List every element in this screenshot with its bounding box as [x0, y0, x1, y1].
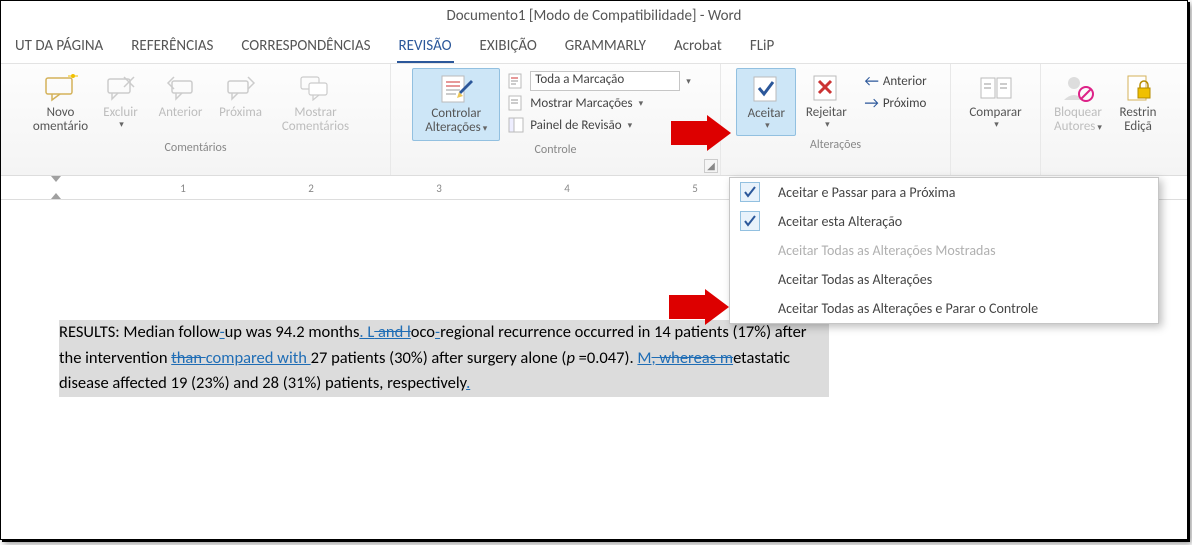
comment-new-icon: [44, 72, 78, 104]
previous-change-button[interactable]: ← Anterior: [860, 70, 930, 92]
reject-button[interactable]: Rejeitar ▾: [796, 68, 856, 134]
prev-change-icon: ←: [864, 72, 878, 91]
show-comments-button[interactable]: Mostrar Comentários: [271, 68, 361, 139]
window-title: Documento1 [Modo de Compatibilidade] - W…: [1, 1, 1187, 29]
tab-mailings[interactable]: CORRESPONDÊNCIAS: [239, 33, 372, 63]
next-comment-button[interactable]: Próxima: [211, 68, 271, 124]
annotation-arrow: [671, 115, 731, 151]
accept-check-icon: [740, 182, 760, 202]
reject-icon: [809, 72, 843, 104]
annotation-arrow: [669, 289, 729, 325]
menu-accept-all-stop[interactable]: Aceitar Todas as Alterações e Parar o Co…: [730, 294, 1158, 323]
tracked-paragraph[interactable]: RESULTS: Median follow-up was 94.2 month…: [59, 320, 829, 397]
display-for-review-select[interactable]: Toda a Marcação▾: [504, 70, 695, 92]
tracked-insert: M: [637, 348, 651, 368]
group-label-changes: Alterações: [723, 136, 948, 154]
ribbon-tabs: UT DA PÁGINA REFERÊNCIAS CORRESPONDÊNCIA…: [1, 29, 1187, 64]
comment-prev-icon: [164, 72, 198, 104]
reviewing-pane-icon: [508, 117, 526, 133]
restrict-editing-icon: [1121, 72, 1155, 104]
menu-accept-and-next[interactable]: Aceitar e Passar para a Próxima: [730, 178, 1158, 207]
menu-accept-all[interactable]: Aceitar Todas as Alterações: [730, 265, 1158, 294]
prev-comment-button[interactable]: Anterior: [151, 68, 211, 124]
track-changes-icon: [439, 73, 473, 105]
comment-next-icon: [224, 72, 258, 104]
next-change-button[interactable]: → Próximo: [860, 92, 930, 114]
tracked-insert: . L: [359, 322, 374, 342]
markup-display-icon: [508, 73, 526, 89]
tab-acrobat[interactable]: Acrobat: [672, 33, 724, 63]
show-markup-button[interactable]: Mostrar Marcações▾: [504, 92, 695, 114]
restrict-editing-button[interactable]: Restrin Ediçã: [1113, 68, 1163, 139]
accept-dropdown-menu: Aceitar e Passar para a Próxima Aceitar …: [729, 177, 1159, 324]
compare-button[interactable]: Comparar ▾: [961, 68, 1031, 134]
block-authors-icon: [1061, 72, 1095, 104]
tab-page-layout[interactable]: UT DA PÁGINA: [13, 33, 105, 63]
word-window: Documento1 [Modo de Compatibilidade] - W…: [0, 0, 1188, 540]
tracked-insert: compared with: [206, 348, 311, 368]
tab-review[interactable]: REVISÃO: [397, 33, 454, 63]
track-changes-button[interactable]: Controlar Alterações▾: [412, 68, 500, 141]
accept-check-icon: [740, 211, 760, 231]
menu-accept-shown: Aceitar Todas as Alterações Mostradas: [730, 236, 1158, 265]
group-label-tracking: Controle: [393, 141, 718, 159]
menu-accept-this[interactable]: Aceitar esta Alteração: [730, 207, 1158, 236]
tracking-dialog-launcher[interactable]: ◢: [704, 159, 718, 173]
ribbon: Novo omentário Excluir▾ Anterior: [1, 64, 1187, 176]
block-authors-button[interactable]: Bloquear Autores▾: [1043, 68, 1113, 139]
comment-delete-icon: [104, 72, 138, 104]
delete-comment-button[interactable]: Excluir▾: [91, 68, 151, 134]
show-comments-icon: [299, 72, 333, 104]
accept-icon: [749, 73, 783, 105]
tab-references[interactable]: REFERÊNCIAS: [129, 33, 215, 63]
accept-button[interactable]: Aceitar ▾: [736, 68, 796, 136]
tab-flip[interactable]: FLiP: [748, 33, 776, 63]
tracked-delete: , whereas m: [652, 348, 734, 368]
group-label-comments: Comentários: [3, 139, 388, 157]
tab-grammarly[interactable]: GRAMMARLY: [563, 33, 648, 63]
tracked-delete: than: [171, 348, 206, 368]
tab-view[interactable]: EXIBIÇÃO: [478, 33, 539, 63]
next-change-icon: →: [864, 94, 878, 113]
show-markup-icon: [508, 95, 526, 111]
tracked-delete: and l: [374, 322, 411, 342]
reviewing-pane-button[interactable]: Painel de Revisão▾: [504, 114, 695, 136]
new-comment-button[interactable]: Novo omentário: [31, 68, 91, 139]
compare-icon: [979, 72, 1013, 104]
tracked-insert: .: [466, 373, 470, 393]
